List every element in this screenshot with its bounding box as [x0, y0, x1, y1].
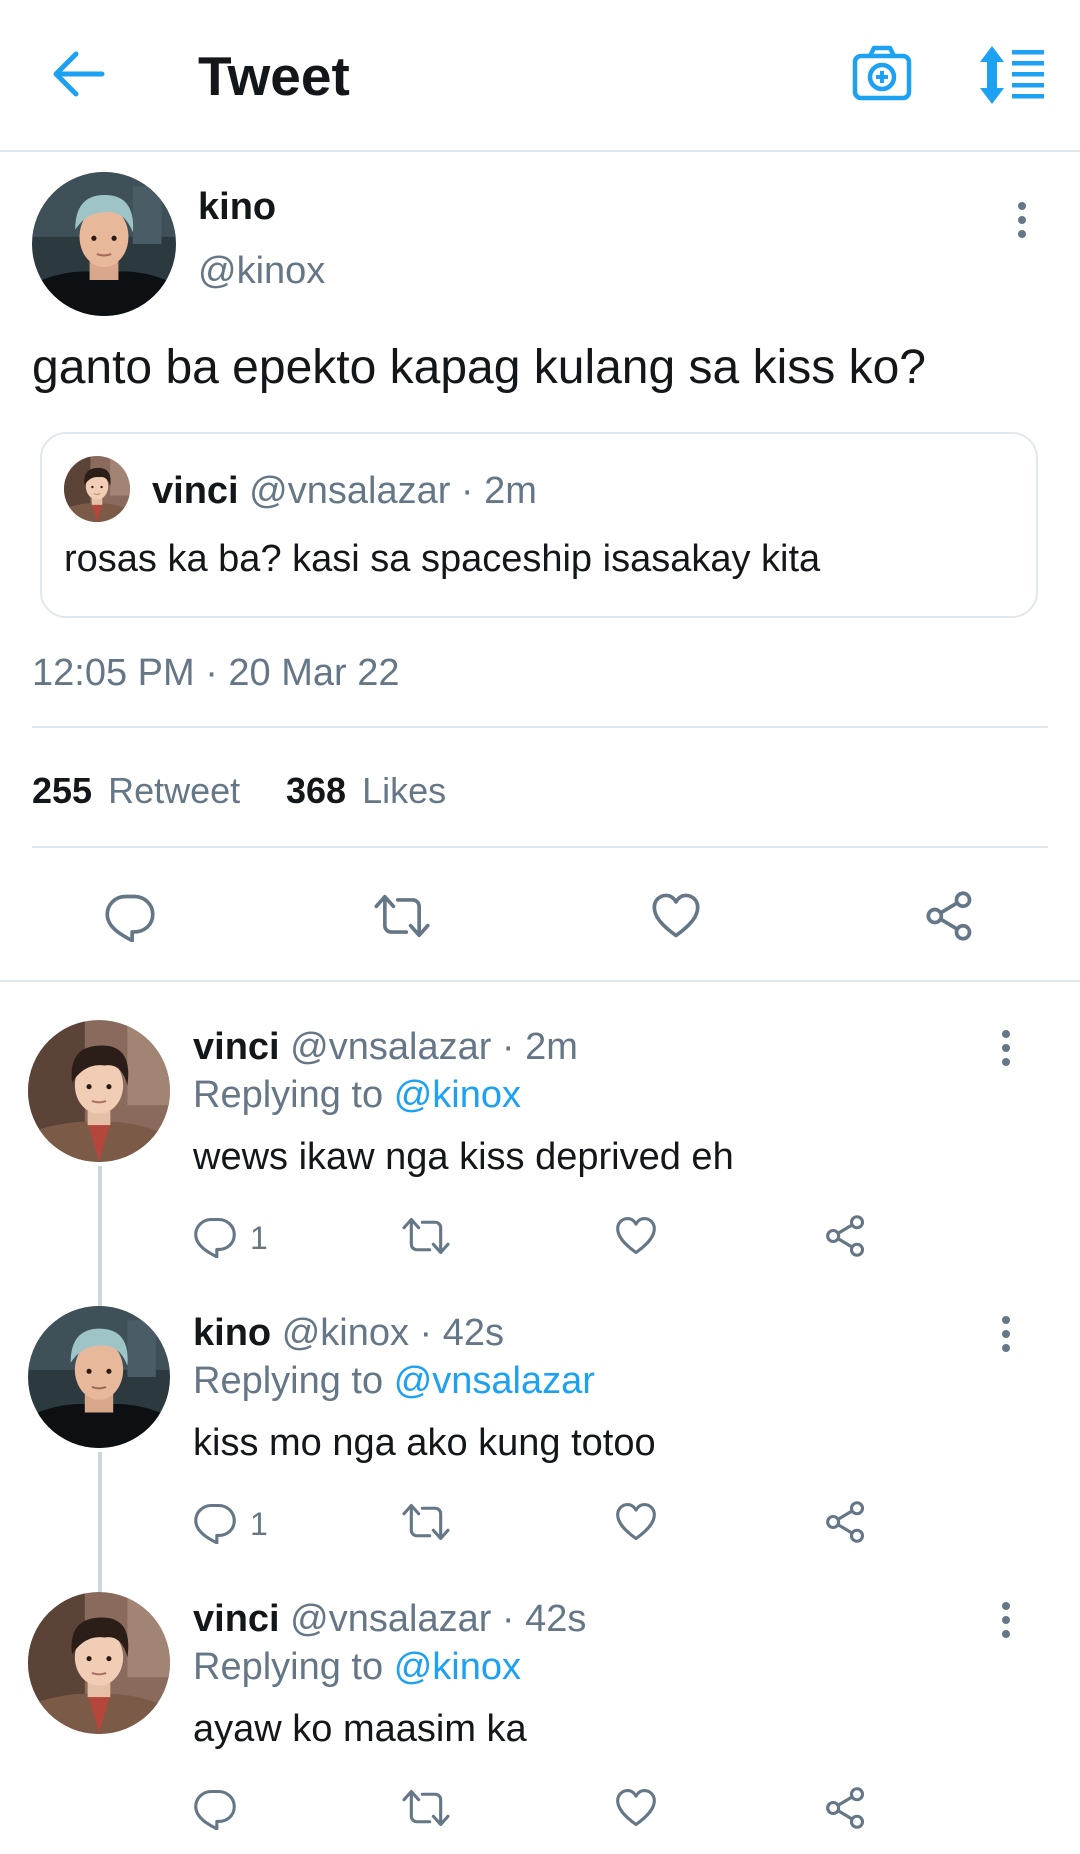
reply-handle-time: @vnsalazar · 42s	[290, 1598, 587, 1640]
replying-to-label: Replying to	[193, 1074, 384, 1116]
retweet-icon[interactable]	[372, 890, 432, 942]
author-name[interactable]: kino	[198, 186, 276, 229]
quoted-text: rosas ka ba? kasi sa spaceship isasakay …	[64, 538, 821, 580]
replying-to-label: Replying to	[193, 1646, 384, 1688]
page-title: Tweet	[198, 45, 350, 107]
tweet-timestamp: 12:05 PM · 20 Mar 22	[32, 652, 400, 694]
retweet-label: Retweet	[108, 770, 241, 811]
heart-icon[interactable]	[614, 1786, 658, 1830]
like-count: 368	[286, 770, 347, 811]
retweet-icon[interactable]	[400, 1500, 452, 1544]
thread-line	[98, 1166, 102, 1306]
sort-icon[interactable]	[978, 44, 1048, 106]
retweet-stats[interactable]: 255 Retweet	[32, 770, 240, 812]
back-arrow-icon[interactable]	[50, 48, 106, 100]
replying-to-link[interactable]: @kinox	[394, 1074, 521, 1116]
share-icon[interactable]	[924, 890, 976, 942]
more-vertical-icon[interactable]	[1012, 198, 1032, 242]
reply-icon[interactable]	[193, 1500, 237, 1544]
more-vertical-icon[interactable]	[996, 1026, 1016, 1070]
replying-to-link[interactable]: @kinox	[394, 1646, 521, 1688]
heart-icon[interactable]	[614, 1214, 658, 1258]
quoted-tweet[interactable]: vinci @vnsalazar · 2m rosas ka ba? kasi …	[40, 432, 1038, 618]
reply-icon[interactable]	[193, 1786, 237, 1830]
heart-icon[interactable]	[650, 890, 702, 942]
avatar	[64, 456, 130, 522]
reply-handle-time: @kinox · 42s	[281, 1312, 505, 1354]
reply-icon[interactable]	[193, 1214, 237, 1258]
more-vertical-icon[interactable]	[996, 1598, 1016, 1642]
camera-icon[interactable]	[852, 44, 912, 104]
share-icon[interactable]	[824, 1786, 868, 1830]
top-app-bar: Tweet	[0, 0, 1080, 152]
share-icon[interactable]	[824, 1500, 868, 1544]
more-vertical-icon[interactable]	[996, 1312, 1016, 1356]
avatar[interactable]	[28, 1020, 170, 1162]
reply-text: ayaw ko maasim ka	[193, 1708, 527, 1750]
avatar[interactable]	[28, 1306, 170, 1448]
author-handle[interactable]: @kinox	[198, 250, 325, 293]
reply-text: wews ikaw nga kiss deprived eh	[193, 1136, 734, 1178]
avatar[interactable]	[28, 1592, 170, 1734]
tweet-text: ganto ba epekto kapag kulang sa kiss ko?	[32, 341, 926, 394]
divider	[0, 980, 1080, 982]
reply-text: kiss mo nga ako kung totoo	[193, 1422, 656, 1464]
reply-author-name[interactable]: vinci	[193, 1598, 280, 1640]
replying-to-link[interactable]: @vnsalazar	[394, 1360, 595, 1402]
reply-count: 1	[250, 1220, 268, 1256]
thread-line	[98, 1452, 102, 1592]
reply-author-name[interactable]: kino	[193, 1312, 271, 1354]
retweet-icon[interactable]	[400, 1786, 452, 1830]
heart-icon[interactable]	[614, 1500, 658, 1544]
quoted-author-name: vinci	[152, 470, 239, 512]
like-label: Likes	[362, 770, 447, 811]
reply-author-name[interactable]: vinci	[193, 1026, 280, 1068]
like-stats[interactable]: 368 Likes	[286, 770, 446, 812]
reply-count: 1	[250, 1506, 268, 1542]
avatar[interactable]	[32, 172, 176, 316]
reply-icon[interactable]	[104, 890, 156, 942]
divider	[32, 846, 1048, 848]
reply-handle-time: @vnsalazar · 2m	[290, 1026, 578, 1068]
retweet-icon[interactable]	[400, 1214, 452, 1258]
share-icon[interactable]	[824, 1214, 868, 1258]
retweet-count: 255	[32, 770, 93, 811]
divider	[32, 726, 1048, 728]
quoted-handle-time: @vnsalazar · 2m	[249, 470, 537, 512]
replying-to-label: Replying to	[193, 1360, 384, 1402]
